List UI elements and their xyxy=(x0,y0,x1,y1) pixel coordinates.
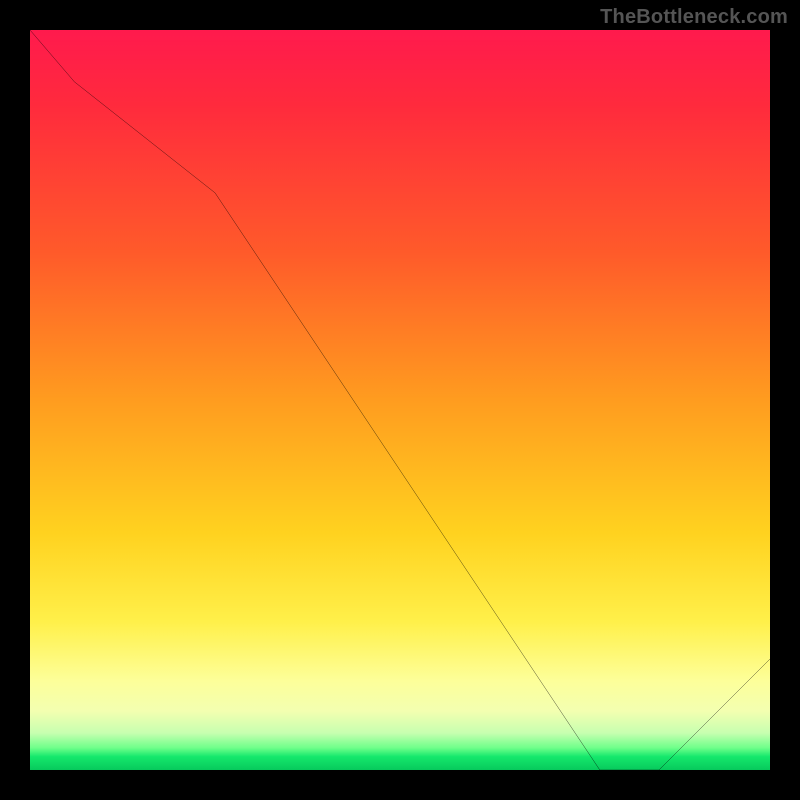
plot-area xyxy=(30,30,770,770)
watermark-text: TheBottleneck.com xyxy=(600,6,788,29)
chart-root: TheBottleneck.com xyxy=(0,0,800,800)
curve-line xyxy=(30,30,770,770)
curve-svg xyxy=(30,30,770,770)
